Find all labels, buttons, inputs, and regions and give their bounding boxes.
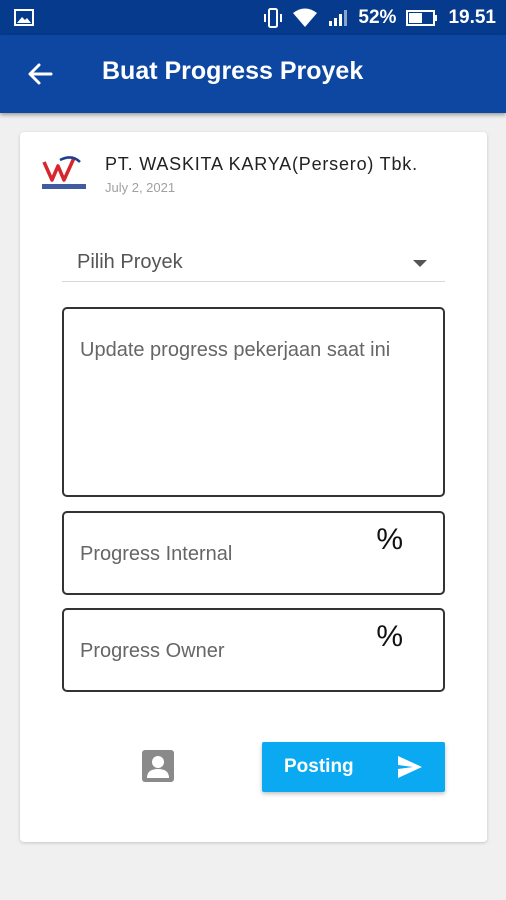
signal-icon xyxy=(329,9,348,26)
company-name: PT. WASKITA KARYA(Persero) Tbk. xyxy=(105,154,418,174)
app-bar: Buat Progress Proyek xyxy=(0,35,506,113)
vibrate-icon xyxy=(264,7,283,28)
posting-button[interactable]: Posting xyxy=(262,742,445,792)
arrow-left-icon[interactable] xyxy=(26,60,54,88)
status-bar: 52% 19.51 xyxy=(0,0,506,35)
progress-owner-placeholder: Progress Owner xyxy=(80,640,225,662)
progress-description-field[interactable]: Update progress pekerjaan saat ini xyxy=(62,307,445,497)
caret-down-icon xyxy=(413,260,427,267)
project-select[interactable]: Pilih Proyek xyxy=(62,242,445,282)
clock: 19.51 xyxy=(448,6,496,28)
project-select-value: Pilih Proyek xyxy=(77,251,183,273)
progress-internal-field[interactable]: Progress Internal % xyxy=(62,511,445,595)
page-title: Buat Progress Proyek xyxy=(102,57,364,85)
post-card: PT. WASKITA KARYA(Persero) Tbk. July 2, … xyxy=(20,132,487,842)
posting-button-label: Posting xyxy=(284,756,354,777)
progress-owner-field[interactable]: Progress Owner % xyxy=(62,608,445,692)
account-box-icon[interactable] xyxy=(141,749,175,783)
progress-owner-unit: % xyxy=(376,620,403,653)
post-date: July 2, 2021 xyxy=(105,180,176,195)
battery-icon xyxy=(406,9,438,26)
progress-description-placeholder: Update progress pekerjaan saat ini xyxy=(80,339,391,361)
waskita-logo xyxy=(42,156,86,189)
battery-percent: 52% xyxy=(358,6,397,28)
wifi-icon xyxy=(293,8,318,27)
progress-internal-placeholder: Progress Internal xyxy=(80,543,233,565)
image-icon xyxy=(14,9,34,26)
progress-internal-unit: % xyxy=(376,523,403,556)
send-icon xyxy=(398,756,422,778)
